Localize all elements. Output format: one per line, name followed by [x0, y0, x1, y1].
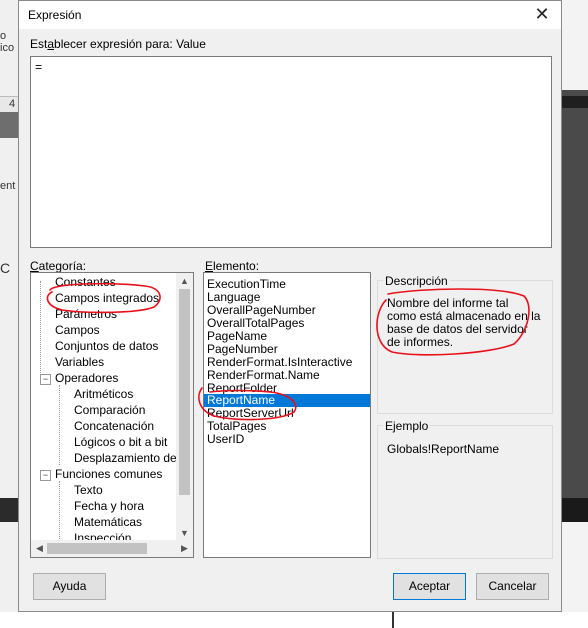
- element-label: Elemento:: [205, 259, 260, 273]
- category-item-matematicas[interactable]: Matemáticas: [74, 514, 142, 530]
- scroll-up-icon[interactable]: ▲: [176, 273, 193, 289]
- category-item-funciones-comunes[interactable]: Funciones comunes: [55, 466, 162, 482]
- category-item-texto[interactable]: Texto: [74, 482, 103, 498]
- dialog-title: Expresión: [28, 8, 82, 22]
- background-dark-band: [0, 112, 20, 138]
- description-title: Descripción: [383, 274, 450, 288]
- category-horizontal-scrollbar[interactable]: ◀ ▶: [31, 540, 193, 557]
- background-dark-band-2: [0, 498, 20, 522]
- help-button[interactable]: Ayuda: [33, 573, 106, 600]
- category-item-aritmeticos[interactable]: Aritméticos: [74, 386, 133, 402]
- category-item-campos-integrados[interactable]: Campos integrados: [55, 290, 159, 306]
- category-item-concatenacion[interactable]: Concatenación: [74, 418, 154, 434]
- expression-label: Establecer expresión para: Value: [30, 37, 206, 51]
- background-bottom: [0, 612, 588, 628]
- background-tab-number: 4: [9, 98, 16, 110]
- expression-editor[interactable]: =: [30, 56, 552, 248]
- category-label: Categoría:: [30, 259, 87, 273]
- scroll-left-icon[interactable]: ◀: [31, 540, 48, 556]
- background-app-left: [0, 0, 20, 628]
- category-item-comparacion[interactable]: Comparación: [74, 402, 145, 418]
- title-bar: Expresión ✕: [19, 1, 561, 29]
- tree-connector: [59, 481, 60, 545]
- category-item-constantes[interactable]: Constantes: [55, 274, 116, 290]
- scroll-thumb[interactable]: [179, 289, 190, 495]
- element-list[interactable]: ExecutionTime Language OverallPageNumber…: [203, 272, 371, 558]
- category-item-logicos[interactable]: Lógicos o bit a bit: [74, 434, 167, 450]
- expression-dialog: Expresión ✕ Establecer expresión para: V…: [18, 0, 562, 612]
- example-text: Globals!ReportName: [387, 442, 500, 456]
- category-item-desplazamiento[interactable]: Desplazamiento de b: [74, 450, 187, 466]
- scroll-right-icon[interactable]: ▶: [176, 540, 193, 556]
- background-fragment-4: C: [0, 260, 11, 276]
- example-title: Ejemplo: [383, 419, 431, 433]
- category-item-operadores[interactable]: Operadores: [55, 370, 118, 386]
- close-icon[interactable]: ✕: [531, 4, 553, 26]
- background-divider: [392, 612, 394, 628]
- category-item-campos[interactable]: Campos: [55, 322, 100, 338]
- cancel-button[interactable]: Cancelar: [476, 573, 549, 600]
- ok-button[interactable]: Aceptar: [393, 573, 466, 600]
- category-item-conjuntos-de-datos[interactable]: Conjuntos de datos: [55, 338, 158, 354]
- background-fragment-2: ico: [0, 42, 15, 54]
- scroll-down-icon[interactable]: ▼: [176, 525, 193, 541]
- collapse-operadores-icon[interactable]: −: [40, 374, 51, 385]
- category-vertical-scrollbar[interactable]: ▲ ▼: [176, 273, 193, 541]
- category-item-parametros[interactable]: Parámetros: [55, 306, 117, 322]
- element-item[interactable]: UserID: [204, 433, 370, 446]
- tree-connector: [40, 281, 41, 377]
- collapse-funciones-icon[interactable]: −: [40, 470, 51, 481]
- category-item-variables[interactable]: Variables: [55, 354, 104, 370]
- background-right-band-2: [562, 498, 588, 522]
- background-right-panel: [562, 90, 588, 522]
- background-right-band: [562, 96, 588, 108]
- description-text: Nombre del informe tal como está almacen…: [387, 296, 541, 349]
- background-fragment-3: ent: [0, 180, 16, 192]
- category-tree[interactable]: Constantes Campos integrados Parámetros …: [30, 272, 194, 558]
- scroll-thumb-horizontal[interactable]: [47, 543, 147, 554]
- tree-connector: [59, 385, 60, 465]
- category-item-fecha-y-hora[interactable]: Fecha y hora: [74, 498, 144, 514]
- background-fragment-1: o: [0, 30, 7, 42]
